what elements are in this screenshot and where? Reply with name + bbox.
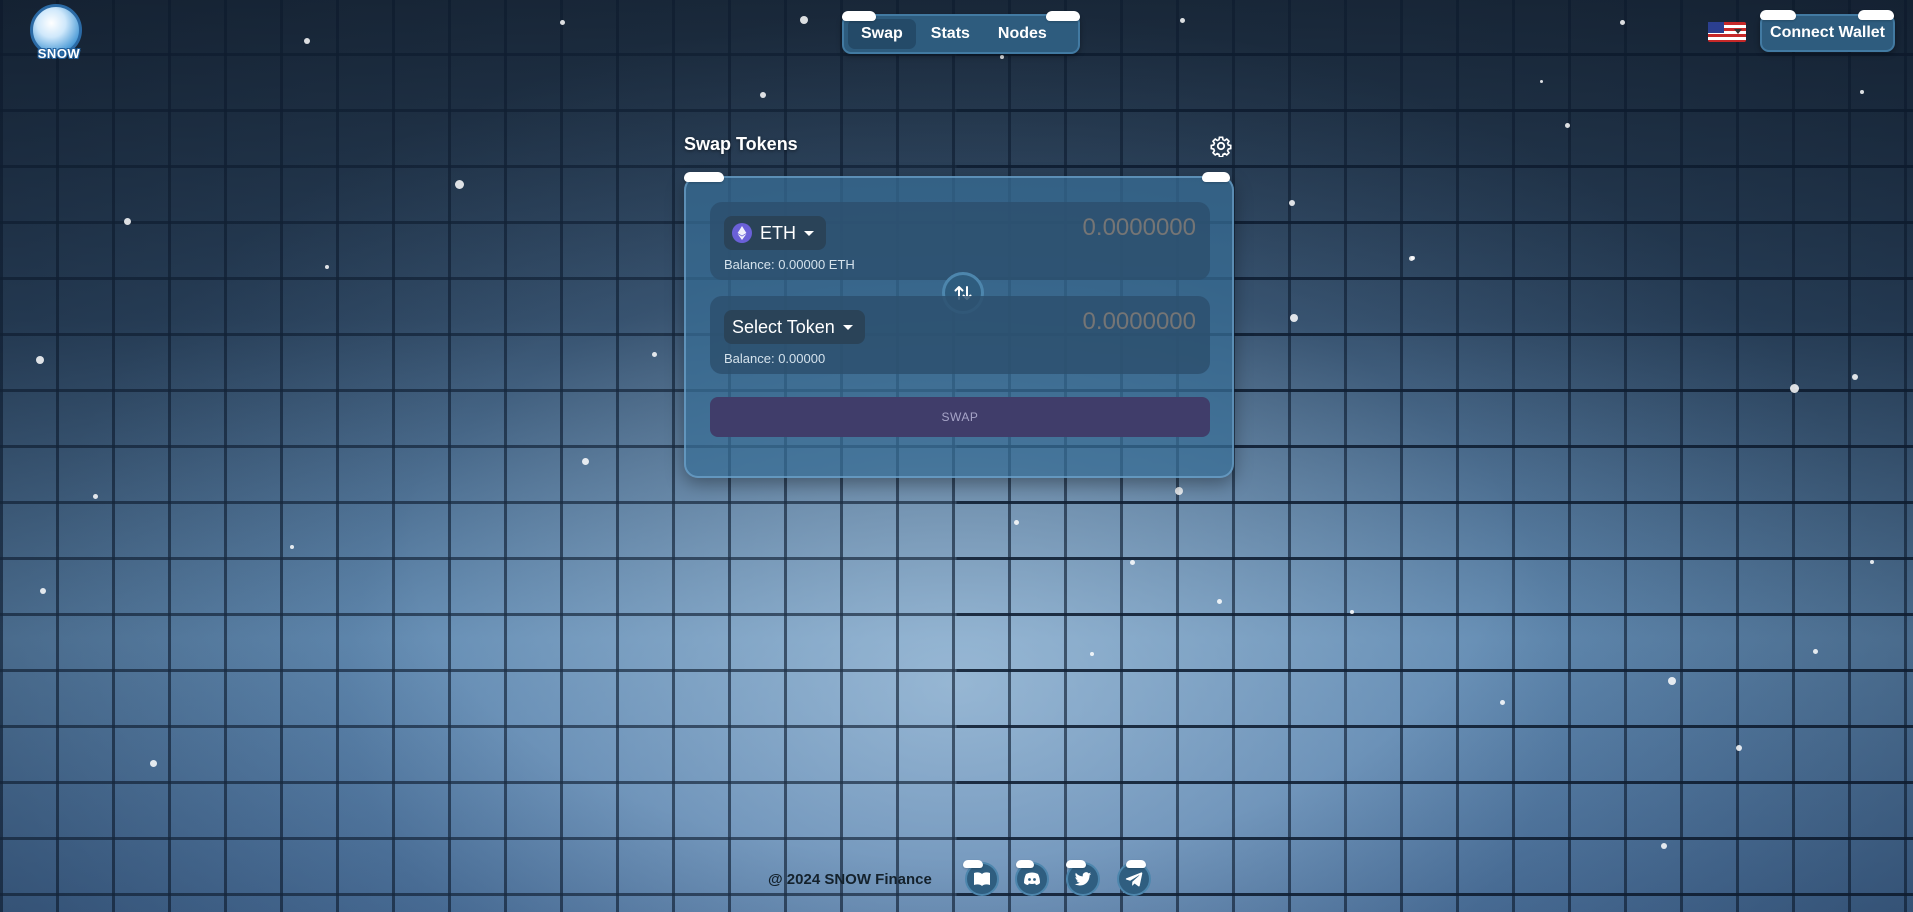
snowflake [36, 356, 44, 364]
snowflake [304, 38, 310, 44]
logo-text: SNOW [37, 46, 81, 61]
snowflake [1350, 610, 1354, 614]
main-nav: Swap Stats Nodes [842, 14, 1080, 54]
snowflake [455, 180, 464, 189]
snowflake [1180, 18, 1185, 23]
chevron-down-icon [1734, 29, 1742, 34]
snowflake [290, 545, 294, 549]
snowflake [325, 265, 329, 269]
swap-card: ETH Balance: 0.00000 ETH Select Token Ba… [684, 176, 1234, 478]
snowflake [1014, 520, 1019, 525]
snowflake [40, 588, 46, 594]
snowflake [1790, 384, 1799, 393]
us-flag-icon [1708, 22, 1724, 33]
snow-logo[interactable]: SNOW [30, 4, 86, 62]
snowflake [1175, 487, 1183, 495]
snowflake [1852, 374, 1858, 380]
to-token-box: Select Token Balance: 0.00000 [710, 296, 1210, 374]
chevron-down-icon [804, 230, 814, 236]
snowflake [1668, 677, 1676, 685]
from-balance: Balance: 0.00000 ETH [724, 257, 855, 272]
footer-snowcap-3 [1066, 860, 1086, 868]
snowflake [1217, 599, 1222, 604]
snowflake [760, 92, 766, 98]
discord-icon [1024, 872, 1040, 885]
swap-button[interactable]: SWAP [710, 397, 1210, 437]
snowflake [582, 458, 589, 465]
book-icon [974, 872, 990, 886]
footer-snowcap-2 [1016, 860, 1034, 868]
settings-button[interactable] [1210, 135, 1232, 158]
footer-snowcap-4 [1126, 860, 1146, 868]
snowflake [1411, 256, 1415, 260]
to-token-selector[interactable]: Select Token [724, 310, 865, 344]
from-token-label: ETH [760, 222, 796, 243]
language-selector[interactable] [1708, 22, 1746, 42]
from-amount-input[interactable] [996, 214, 1196, 242]
twitter-icon [1074, 871, 1092, 886]
chevron-down-icon [842, 324, 853, 330]
snowflake [1661, 843, 1667, 849]
tab-stats[interactable]: Stats [918, 19, 983, 49]
tab-swap[interactable]: Swap [848, 19, 916, 49]
snowflake [1500, 700, 1505, 705]
snowflake [1130, 560, 1135, 565]
panel-snowcap-left [684, 172, 724, 182]
snowflake [1620, 20, 1625, 25]
snowflake [93, 494, 98, 499]
snowflake [1813, 649, 1818, 654]
snowflake [1000, 55, 1004, 59]
to-amount-input[interactable] [996, 308, 1196, 336]
snowflake [124, 218, 131, 225]
snowflake [1860, 90, 1864, 94]
copyright: @ 2024 SNOW Finance [768, 871, 932, 888]
nav-snowcap-left [842, 11, 876, 21]
gear-icon [1210, 136, 1232, 158]
telegram-icon [1125, 872, 1143, 887]
wallet-snowcap-right [1858, 10, 1894, 20]
from-token-selector[interactable]: ETH [724, 216, 826, 250]
footer-snowcap-1 [963, 860, 983, 868]
snowflake [1870, 560, 1874, 564]
eth-icon [732, 223, 752, 243]
to-balance: Balance: 0.00000 [724, 351, 826, 366]
wallet-snowcap-left [1760, 10, 1796, 20]
snowflake [800, 16, 808, 24]
to-token-label: Select Token [732, 316, 835, 337]
snowflake [1289, 200, 1295, 206]
snowflake [1090, 652, 1094, 656]
page-title: Swap Tokens [684, 134, 798, 154]
snowflake [1736, 745, 1742, 751]
nav-snowcap-right [1046, 11, 1080, 21]
snowflake [1290, 314, 1298, 322]
snowflake [1540, 80, 1543, 83]
snowflake [560, 20, 565, 25]
snowflake [1565, 123, 1570, 128]
from-token-box: ETH Balance: 0.00000 ETH [710, 202, 1210, 280]
snowflake [652, 352, 657, 357]
tab-nodes[interactable]: Nodes [985, 19, 1060, 49]
panel-snowcap-right [1202, 172, 1230, 182]
snowflake [150, 760, 157, 767]
